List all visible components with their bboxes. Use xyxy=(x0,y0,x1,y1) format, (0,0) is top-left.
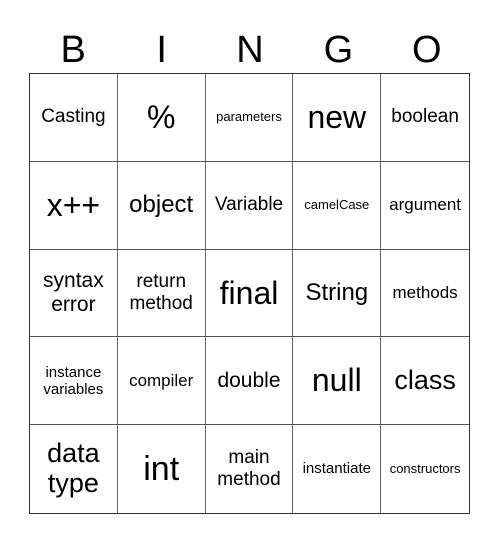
bingo-cell[interactable]: instance variables xyxy=(30,337,118,426)
header-letter-i: I xyxy=(156,29,167,71)
bingo-cell[interactable]: methods xyxy=(381,250,469,338)
header-letter-b: B xyxy=(60,29,86,71)
bingo-header: B I N G O xyxy=(29,28,471,72)
bingo-cell[interactable]: double xyxy=(205,337,294,426)
bingo-cell[interactable]: % xyxy=(117,74,206,162)
bingo-cell[interactable]: class xyxy=(381,337,469,426)
bingo-cell[interactable]: instantiate xyxy=(293,425,382,513)
bingo-cell[interactable]: constructors xyxy=(381,425,469,513)
header-letter-g: G xyxy=(323,29,354,71)
bingo-card: Casting % parameters new boolean x++ obj… xyxy=(29,73,470,514)
header-letter-o: O xyxy=(412,29,442,71)
bingo-cell[interactable]: int xyxy=(118,425,206,513)
bingo-cell[interactable]: object xyxy=(117,161,206,250)
bingo-cell[interactable]: argument xyxy=(381,162,469,250)
bingo-cell[interactable]: final xyxy=(205,249,294,338)
bingo-cell[interactable]: new xyxy=(293,74,382,162)
bingo-cell[interactable]: Casting xyxy=(30,74,118,162)
bingo-cell[interactable]: compiler xyxy=(117,337,206,426)
bingo-cell[interactable]: syntax error xyxy=(30,249,118,338)
bingo-cell[interactable]: data type xyxy=(30,425,118,513)
bingo-cell[interactable]: null xyxy=(293,337,382,426)
bingo-cell[interactable]: x++ xyxy=(30,161,118,250)
bingo-cell[interactable]: boolean xyxy=(381,74,469,162)
bingo-cell[interactable]: String xyxy=(293,249,382,338)
bingo-cell[interactable]: Variable xyxy=(205,161,294,250)
bingo-cell[interactable]: main method xyxy=(206,425,294,513)
bingo-cell[interactable]: camelCase xyxy=(293,161,382,250)
header-letter-n: N xyxy=(236,29,264,71)
bingo-cell[interactable]: return method xyxy=(117,249,206,338)
bingo-cell[interactable]: parameters xyxy=(205,74,294,162)
